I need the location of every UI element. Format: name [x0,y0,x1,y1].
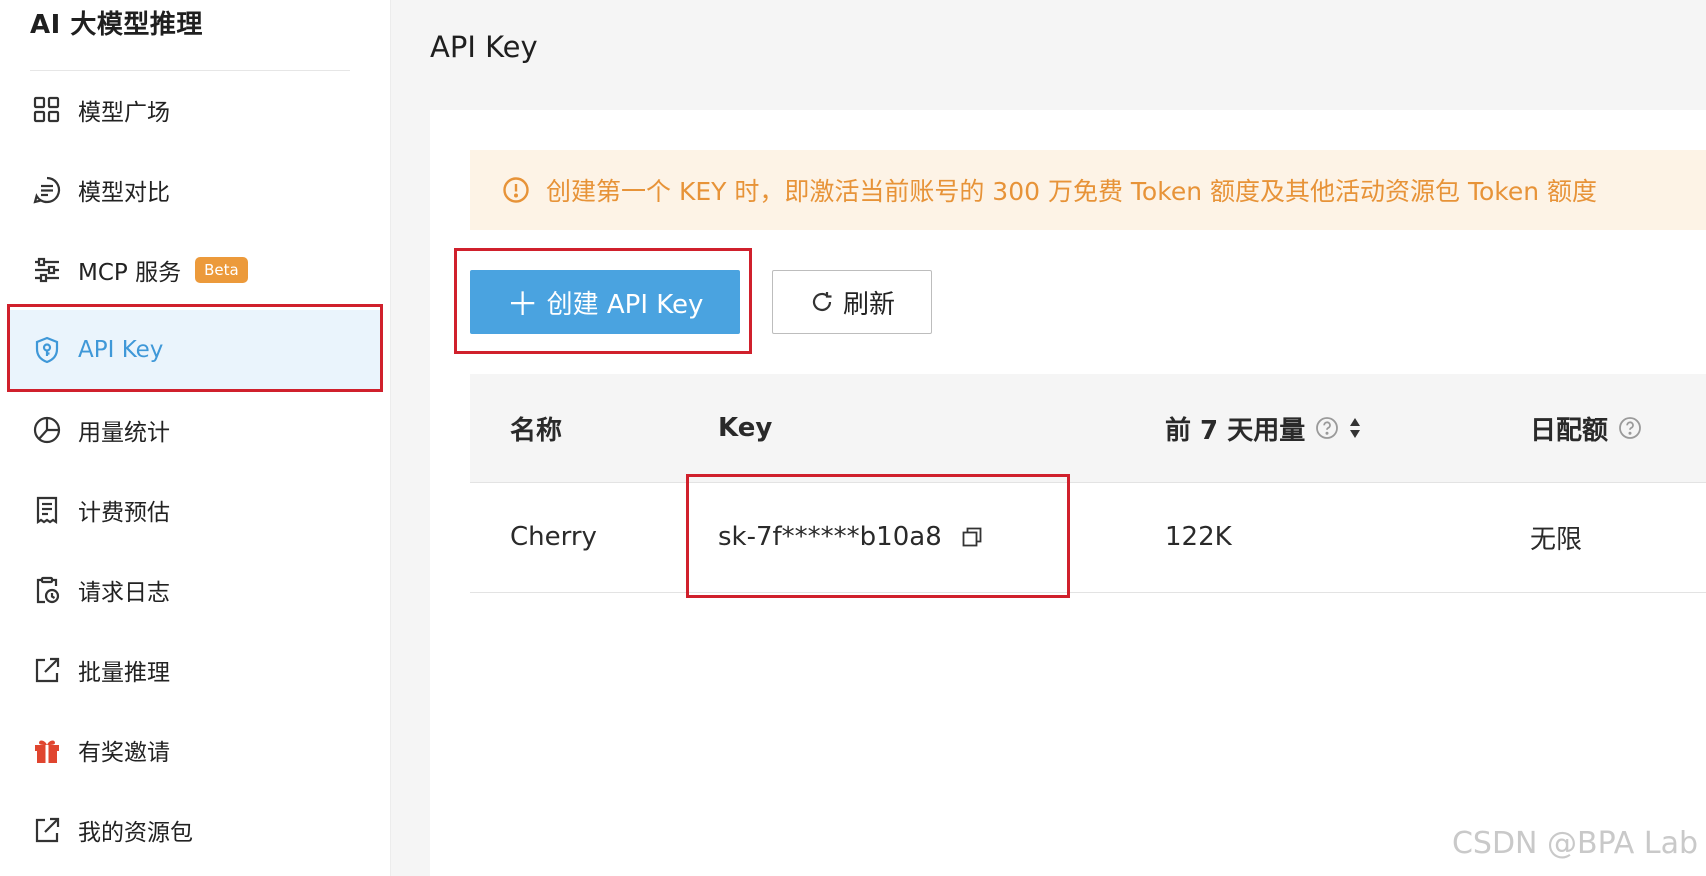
alert-circle-icon [503,177,529,203]
cell-name: Cherry [510,522,597,552]
export-icon [30,813,64,847]
sidebar-item-label: 计费预估 [78,500,170,526]
sidebar-item-model-compare[interactable]: 模型对比 [8,150,380,230]
sidebar-item-label: 模型广场 [78,100,170,126]
sidebar-item-api-key[interactable]: API Key [8,310,380,390]
sidebar-item-model-plaza[interactable]: 模型广场 [8,70,380,150]
help-icon[interactable] [1315,416,1339,440]
chat-list-icon [30,173,64,207]
sort-icon[interactable] [1347,414,1363,442]
refresh-label: 刷新 [842,289,895,320]
column-header-label: 日配额 [1530,415,1609,446]
notice-text: 创建第一个 KEY 时，即激活当前账号的 300 万免费 Token 额度及其他… [546,177,1598,206]
shield-key-icon [30,333,64,367]
table-header: 名称 Key 前 7 天用量 日配额 [470,374,1706,483]
sidebar-item-label: 用量统计 [78,420,170,446]
sidebar-item-request-logs[interactable]: 请求日志 [8,550,380,630]
column-header-label: 前 7 天用量 [1165,415,1306,446]
gift-icon [30,733,64,767]
column-header-label: 名称 [510,415,563,446]
pie-chart-icon [30,413,64,447]
sidebar-item-billing-estimate[interactable]: 计费预估 [8,470,380,550]
column-header-7day-usage[interactable]: 前 7 天用量 [1165,374,1363,482]
refresh-button[interactable]: 刷新 [772,270,932,334]
export-icon [30,653,64,687]
cell-7day-usage: 122K [1165,522,1232,552]
page-title: API Key [430,30,538,64]
cell-daily-quota: 无限 [1530,524,1583,555]
receipt-icon [30,493,64,527]
sidebar-item-mcp-service[interactable]: MCP 服务 Beta [8,230,380,310]
sidebar-title: AI 大模型推理 [30,10,203,40]
copy-icon[interactable] [960,525,984,549]
sidebar-item-label: 我的资源包 [78,820,193,846]
column-header-key: Key [718,374,772,482]
sidebar-item-label: API Key [78,337,164,363]
create-api-key-label: 创建 API Key [546,289,704,320]
clipboard-clock-icon [30,573,64,607]
sidebar-item-label: 批量推理 [78,660,170,686]
cell-key: sk-7f******b10a8 [718,482,984,592]
sidebar-item-label: 请求日志 [78,580,170,606]
sidebar: AI 大模型推理 模型广场 模型对比 MCP 服务 Beta API Key 用… [0,0,391,876]
sidebar-item-batch-inference[interactable]: 批量推理 [8,630,380,710]
sidebar-item-usage-stats[interactable]: 用量统计 [8,390,380,470]
column-header-daily-quota: 日配额 [1530,374,1642,482]
api-key-value: sk-7f******b10a8 [718,522,942,552]
refresh-icon [812,292,832,311]
sidebar-item-label: 模型对比 [78,180,170,206]
plus-icon: ＋ [506,285,539,323]
sidebar-item-referral-rewards[interactable]: 有奖邀请 [8,710,380,790]
help-icon[interactable] [1618,416,1642,440]
grid-icon [30,93,64,127]
sliders-icon [30,253,64,287]
table-row: Cherry sk-7f******b10a8 122K 无限 [470,482,1706,593]
beta-badge: Beta [195,257,248,283]
sidebar-item-label: MCP 服务 [78,260,182,286]
create-api-key-button[interactable]: ＋ 创建 API Key [470,270,740,334]
sidebar-item-label: 有奖邀请 [78,740,170,766]
watermark: CSDN @BPA Lab [1451,826,1698,861]
column-header-name: 名称 [510,374,562,482]
notice-banner: 创建第一个 KEY 时，即激活当前账号的 300 万免费 Token 额度及其他… [470,150,1706,230]
sidebar-item-my-resource-packs[interactable]: 我的资源包 [8,790,380,870]
column-header-label: Key [718,413,773,443]
